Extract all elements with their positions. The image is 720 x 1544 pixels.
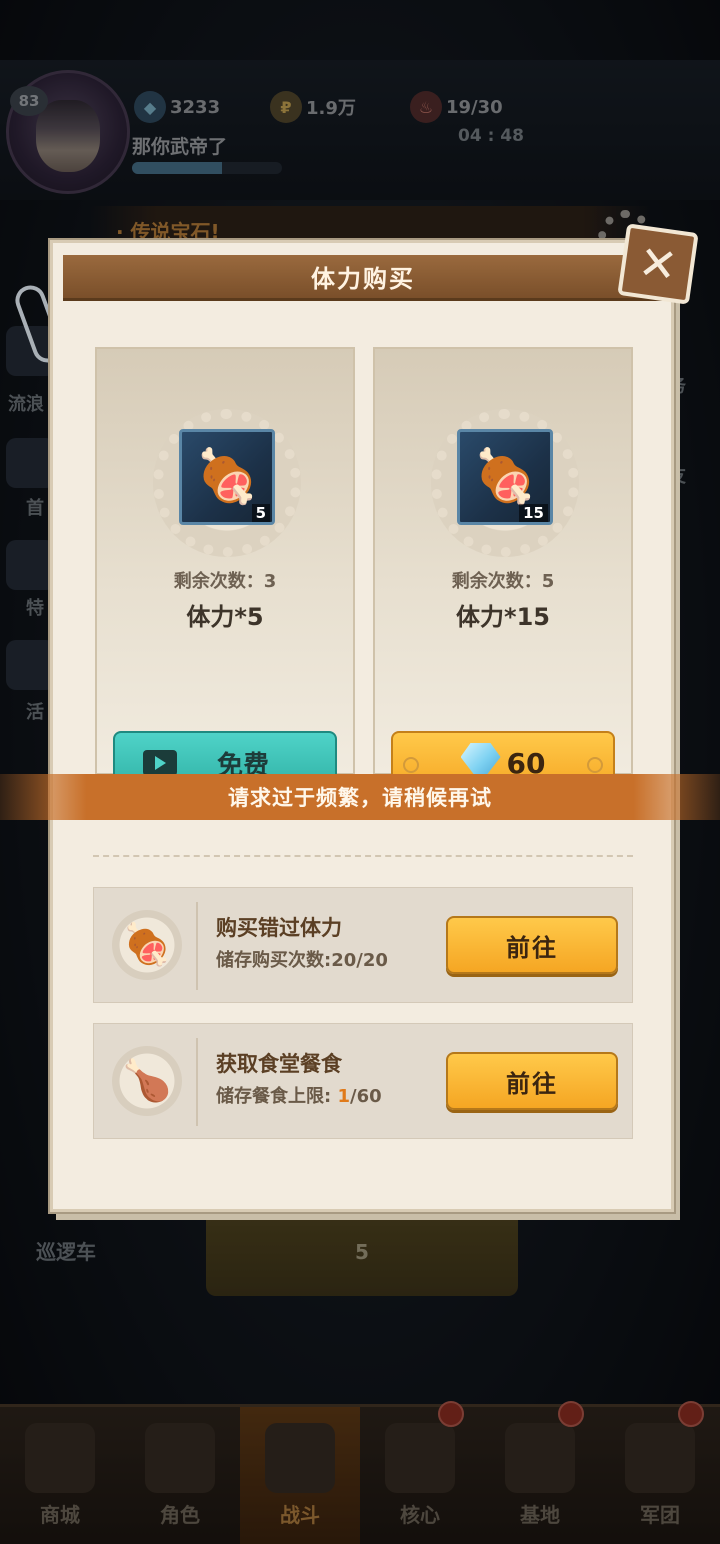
go-button[interactable]: 前往: [446, 916, 618, 974]
meal-limit: /60: [350, 1086, 382, 1107]
item-count: 5: [251, 504, 270, 522]
row-subtitle-prefix: 储存餐食上限:: [216, 1086, 338, 1107]
divider: [196, 1038, 198, 1126]
remaining-count: 剩余次数：5: [451, 571, 555, 592]
row-title: 获取食堂餐食: [216, 1052, 342, 1076]
slot-dot: [587, 757, 603, 773]
row-subtitle: 储存购买次数:20/20: [216, 950, 388, 971]
missed-stamina-row: 🍖 购买错过体力 储存购买次数:20/20 前往: [93, 887, 633, 1003]
canteen-meal-row: 🍗 获取食堂餐食 储存餐食上限: 1/60 前往: [93, 1023, 633, 1139]
video-icon: [143, 750, 177, 776]
row-subtitle: 储存餐食上限: 1/60: [216, 1082, 382, 1108]
stamina-purchase-dialog: 体力购买 🍖 5 剩余次数：3 体力*5 免费 🍖 15 剩余次数：5 体力*1…: [50, 240, 674, 1212]
divider: [93, 855, 633, 857]
remaining-count: 剩余次数：3: [173, 571, 277, 592]
item-slot[interactable]: 🍖 5: [179, 429, 275, 525]
item-count: 15: [519, 504, 548, 522]
row-title: 购买错过体力: [216, 916, 342, 940]
meal-count: 1: [337, 1086, 350, 1107]
slot-dot: [403, 757, 419, 773]
meat-icon: 🍖: [472, 447, 538, 507]
purchase-card-free: 🍖 5 剩余次数：3 体力*5 免费: [95, 347, 355, 795]
go-button[interactable]: 前往: [446, 1052, 618, 1110]
meat-icon: 🍖: [112, 910, 182, 980]
purchase-card-gem: 🍖 15 剩余次数：5 体力*15 60: [373, 347, 633, 795]
stamina-amount: 体力*15: [456, 603, 550, 631]
dialog-title-bar: 体力购买: [63, 255, 663, 301]
meat-icon: 🍖: [194, 447, 260, 507]
stamina-amount: 体力*5: [186, 603, 264, 631]
close-icon: ✕: [635, 234, 681, 294]
close-button[interactable]: ✕: [617, 223, 699, 305]
roast-dish-icon: 🍗: [112, 1046, 182, 1116]
item-slot[interactable]: 🍖 15: [457, 429, 553, 525]
divider: [196, 902, 198, 990]
toast-message: 请求过于频繁，请稍候再试: [0, 774, 720, 820]
dialog-title: 体力购买: [311, 265, 415, 293]
